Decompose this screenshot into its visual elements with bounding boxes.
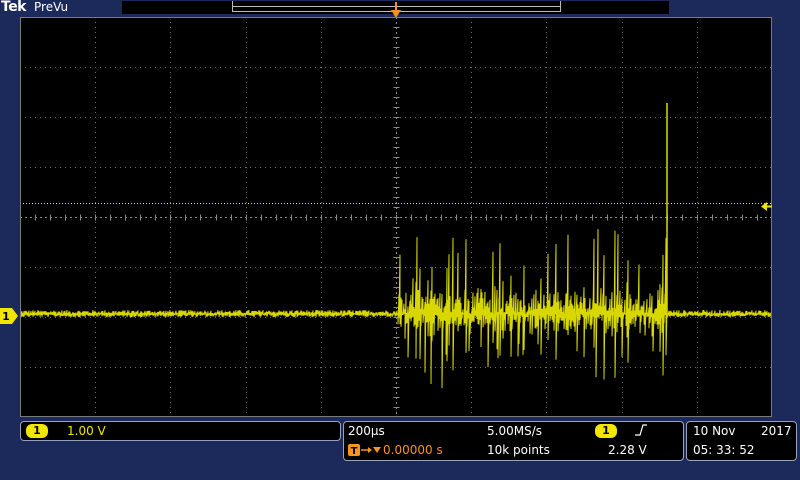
horizontal-trigger-readout[interactable]: 200µs 5.00MS/s 1 T 0.00000 s 10k points … <box>343 421 684 461</box>
channel1-readout[interactable]: 1 1.00 V <box>20 421 341 441</box>
rising-edge-icon <box>634 423 648 437</box>
time-label: 05: 33: 52 <box>693 443 755 457</box>
record-length: 10k points <box>487 443 550 457</box>
date-label: 10 Nov <box>693 424 736 438</box>
trigger-source-badge: 1 <box>595 424 617 438</box>
channel1-marker-label: 1 <box>2 310 10 323</box>
brand-logo: Tek <box>1 0 27 15</box>
trigger-level-value: 2.28 V <box>608 443 647 457</box>
channel1-ground-marker[interactable]: 1 <box>0 307 18 325</box>
svg-text:T: T <box>351 446 358 457</box>
sample-rate: 5.00MS/s <box>487 424 542 438</box>
channel1-scale: 1.00 V <box>67 424 106 438</box>
trigger-position-value: 0.00000 s <box>383 443 443 457</box>
waveform-display[interactable] <box>20 17 772 417</box>
trigger-level-marker[interactable] <box>761 197 772 211</box>
trigger-position-icon: T <box>348 443 360 457</box>
arrow-right-icon <box>361 443 383 457</box>
time-per-division: 200µs <box>348 424 385 438</box>
channel1-badge: 1 <box>26 424 48 438</box>
year-label: 2017 <box>761 424 792 438</box>
acquisition-state: PreVu <box>34 0 69 14</box>
date-time-readout[interactable]: 10 Nov 2017 05: 33: 52 <box>686 421 797 461</box>
graticule-svg <box>20 17 772 417</box>
